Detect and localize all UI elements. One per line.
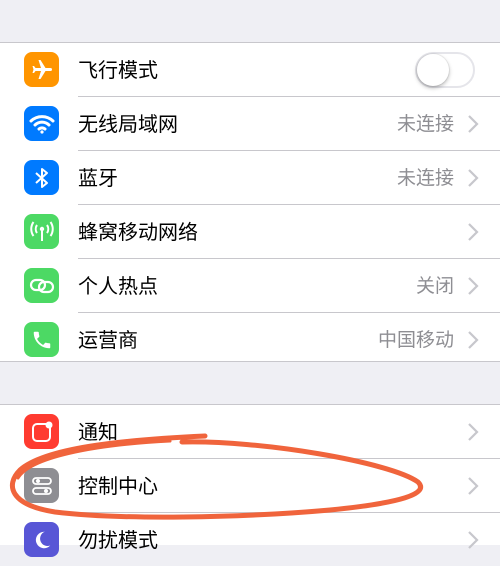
chevron-right-icon	[468, 477, 479, 495]
chevron-right-icon	[468, 277, 479, 295]
hotspot-value: 关闭	[415, 275, 454, 297]
hotspot-label: 个人热点	[78, 274, 158, 298]
chevron-right-icon	[468, 331, 479, 349]
bluetooth-label: 蓝牙	[78, 166, 118, 190]
row-wlan[interactable]: 无线局域网 未连接	[0, 97, 500, 150]
row-do-not-disturb[interactable]: 勿扰模式	[0, 513, 500, 566]
settings-group-system: 通知 控制中心 勿扰模式	[0, 404, 500, 557]
row-carrier[interactable]: 运营商 中国移动	[0, 313, 500, 366]
notifications-label: 通知	[78, 420, 118, 444]
row-cellular[interactable]: 蜂窝移动网络	[0, 205, 500, 258]
toggle-knob	[417, 54, 449, 86]
wlan-label: 无线局域网	[78, 112, 178, 136]
cellular-label: 蜂窝移动网络	[78, 220, 198, 244]
notifications-icon	[24, 414, 59, 449]
chevron-right-icon	[468, 531, 479, 549]
settings-group-connectivity: 飞行模式 无线局域网 未连接 蓝牙 未连接 蜂窝移动网络 个人热点 关闭 运营商…	[0, 42, 500, 362]
bluetooth-value: 未连接	[396, 167, 454, 189]
wlan-value: 未连接	[396, 113, 454, 135]
chevron-right-icon	[468, 169, 479, 187]
bluetooth-icon	[24, 160, 59, 195]
row-notifications[interactable]: 通知	[0, 405, 500, 458]
airplane-mode-toggle[interactable]	[415, 52, 475, 88]
airplane-icon	[24, 52, 59, 87]
row-control-center[interactable]: 控制中心	[0, 459, 500, 512]
chevron-right-icon	[468, 223, 479, 241]
chevron-right-icon	[468, 115, 479, 133]
row-personal-hotspot[interactable]: 个人热点 关闭	[0, 259, 500, 312]
chevron-right-icon	[468, 423, 479, 441]
cellular-icon	[24, 214, 59, 249]
carrier-value: 中国移动	[377, 329, 454, 351]
moon-icon	[24, 522, 59, 557]
phone-icon	[24, 322, 59, 357]
row-bluetooth[interactable]: 蓝牙 未连接	[0, 151, 500, 204]
row-airplane-mode[interactable]: 飞行模式	[0, 43, 500, 96]
airplane-mode-label: 飞行模式	[78, 58, 158, 82]
carrier-label: 运营商	[78, 328, 138, 352]
hotspot-icon	[24, 268, 59, 303]
control-center-label: 控制中心	[78, 474, 158, 498]
control-center-icon	[24, 468, 59, 503]
do-not-disturb-label: 勿扰模式	[78, 528, 158, 552]
wifi-icon	[24, 106, 59, 141]
